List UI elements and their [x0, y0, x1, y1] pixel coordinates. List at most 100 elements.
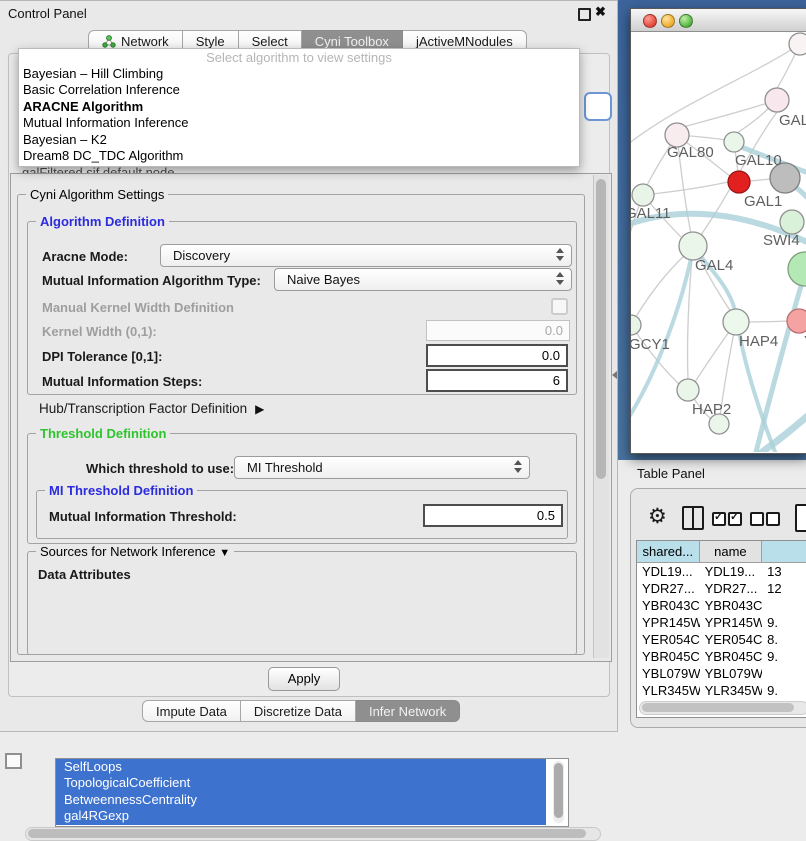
cyni-bottom-tabbar: Impute DataDiscretize Data Infer Network [142, 700, 460, 722]
network-node[interactable] [728, 171, 750, 193]
network-edge [631, 254, 686, 325]
settings-scroll-thumb[interactable] [596, 179, 606, 479]
table-row[interactable]: YDL19...YDL19...13 [637, 563, 806, 580]
table-row[interactable]: YBR045CYBR045C9. [637, 648, 806, 665]
tab-impute-data[interactable]: Impute Data [142, 700, 241, 722]
algo-item-bayesian-hill-climbing[interactable]: Bayesian – Hill Climbing [19, 66, 579, 82]
network-node[interactable] [724, 132, 744, 152]
algo-item-mutual-information-inference[interactable]: Mutual Information Inference [19, 115, 579, 131]
which-threshold-combobox[interactable]: MI Threshold [234, 456, 530, 479]
attr-item-topologicalcoefficient[interactable]: TopologicalCoefficient [56, 775, 546, 791]
algo-item-basic-correlation-inference[interactable]: Basic Correlation Inference [19, 82, 579, 98]
attr-item-selfloops[interactable]: SelfLoops [56, 759, 546, 775]
network-canvas[interactable]: GALGAL80GAL10GAL1GAL11SWI4GAL4GCY1HAP4YH… [631, 32, 806, 452]
settings-hscroll-thumb[interactable] [28, 829, 586, 838]
mi-threshold-group: MI Threshold Definition Mutual Informati… [36, 490, 568, 539]
threshold-definition-group: Threshold Definition Which threshold to … [27, 433, 577, 544]
combo-arrows-icon [556, 248, 564, 261]
table-row[interactable]: YBL079WYBL079W [637, 665, 806, 682]
mi-type-value: Naive Bayes [287, 272, 360, 287]
tab-discretize-data[interactable]: Discretize Data [241, 700, 356, 722]
checked-checkbox-icon[interactable]: ✓ [728, 512, 742, 526]
table-row[interactable]: YBR043CYBR043C [637, 597, 806, 614]
network-edge [631, 325, 679, 384]
tab-label: Network [121, 34, 169, 49]
tab-label: Select [252, 34, 288, 49]
algo-item-bayesian-k2[interactable]: Bayesian – K2 [19, 132, 579, 148]
manual-kernel-checkbox [551, 298, 568, 315]
document-icon[interactable] [795, 504, 806, 532]
column-header-shared[interactable]: shared... [637, 541, 700, 563]
network-edge [643, 182, 728, 195]
mi-threshold-field[interactable]: 0.5 [423, 504, 563, 527]
mi-type-combobox[interactable]: Naive Bayes [274, 268, 572, 291]
column-header-extra[interactable] [762, 541, 806, 563]
apply-button[interactable]: Apply [268, 667, 340, 691]
network-node[interactable] [787, 309, 806, 333]
network-node[interactable] [789, 33, 806, 55]
float-window-icon[interactable] [578, 8, 591, 21]
network-node[interactable] [765, 88, 789, 112]
minimized-panel-icon[interactable] [5, 753, 22, 769]
data-attributes-label: Data Attributes [38, 567, 131, 582]
algo-item-dream8-dc-tdc-algorithm[interactable]: Dream8 DC_TDC Algorithm [19, 148, 579, 164]
dpi-tolerance-label: DPI Tolerance [0,1]: [42, 349, 162, 364]
tab-infer-network[interactable]: Infer Network [356, 700, 460, 722]
algorithm-dropdown-list: Select algorithm to view settings Bayesi… [18, 48, 580, 167]
table-hscroll-thumb[interactable] [642, 703, 794, 712]
attr-item-betweennesscentrality[interactable]: BetweennessCentrality [56, 792, 546, 808]
table-cell: YLR345W [700, 682, 763, 699]
attributes-scroll-thumb[interactable] [554, 763, 563, 818]
table-cell: YBR043C [700, 597, 763, 614]
tab-label: Style [196, 34, 225, 49]
aracne-mode-label: Aracne Mode: [42, 249, 128, 264]
panel-divider-handle[interactable] [612, 371, 617, 379]
algorithm-definition-group: Algorithm Definition Aracne Mode: Discov… [27, 221, 577, 395]
combo-arrows-icon [556, 272, 564, 285]
split-columns-icon[interactable] [682, 506, 704, 530]
column-header-name[interactable]: name [700, 541, 763, 563]
checked-checkbox-icon[interactable]: ✓ [712, 512, 726, 526]
unchecked-checkbox-icon[interactable] [766, 512, 780, 526]
network-node[interactable] [679, 232, 707, 260]
sources-legend[interactable]: Sources for Network Inference ▼ [36, 544, 234, 559]
node-label: SWI4 [763, 232, 800, 249]
network-node[interactable] [780, 210, 804, 234]
settings-horizontal-scrollbar[interactable] [25, 827, 601, 841]
unchecked-checkbox-icon[interactable] [750, 512, 764, 526]
node-label: GAL4 [695, 257, 733, 274]
network-node[interactable] [677, 379, 699, 401]
table-row[interactable]: YDR27...YDR27...12 [637, 580, 806, 597]
algorithm-dropdown-prompt: Select algorithm to view settings [19, 49, 579, 66]
close-traffic-light[interactable] [643, 14, 657, 28]
table-cell: YER054C [700, 631, 763, 648]
attr-item-gal4rgexp[interactable]: gal4RGexp [56, 808, 546, 824]
zoom-traffic-light[interactable] [679, 14, 693, 28]
network-node[interactable] [632, 184, 654, 206]
network-node[interactable] [723, 309, 749, 335]
hub-factor-expander[interactable]: Hub/Transcription Factor Definition▶ [39, 401, 264, 416]
tab-label: Infer Network [369, 704, 446, 719]
settings-vertical-scrollbar[interactable] [593, 175, 609, 658]
kernel-width-field: 0.0 [426, 320, 570, 341]
close-icon[interactable]: ✖ [595, 4, 606, 20]
tab-label: jActiveMNodules [416, 34, 513, 49]
gear-icon[interactable]: ⚙ [648, 504, 667, 529]
node-label: GAL80 [667, 144, 714, 161]
dpi-tolerance-field[interactable]: 0.0 [426, 344, 568, 367]
attributes-scrollbar[interactable] [553, 761, 564, 823]
table-row[interactable]: YLR345WYLR345W9. [637, 682, 806, 699]
table-cell: 13 [762, 563, 806, 580]
network-node[interactable] [631, 315, 641, 335]
table-cell: 9. [762, 614, 806, 631]
network-node[interactable] [788, 252, 806, 286]
network-window-titlebar[interactable] [631, 9, 806, 32]
algo-item-aracne-algorithm[interactable]: ARACNE Algorithm [19, 99, 579, 115]
minimize-traffic-light[interactable] [661, 14, 675, 28]
table-row[interactable]: YPR145WYPR145W9. [637, 614, 806, 631]
mi-steps-field[interactable]: 6 [426, 369, 568, 392]
table-horizontal-scrollbar[interactable] [639, 701, 806, 715]
aracne-mode-combobox[interactable]: Discovery [160, 244, 572, 267]
table-row[interactable]: YER054CYER054C8. [637, 631, 806, 648]
data-attributes-list: SelfLoopsTopologicalCoefficientBetweenne… [55, 758, 569, 827]
